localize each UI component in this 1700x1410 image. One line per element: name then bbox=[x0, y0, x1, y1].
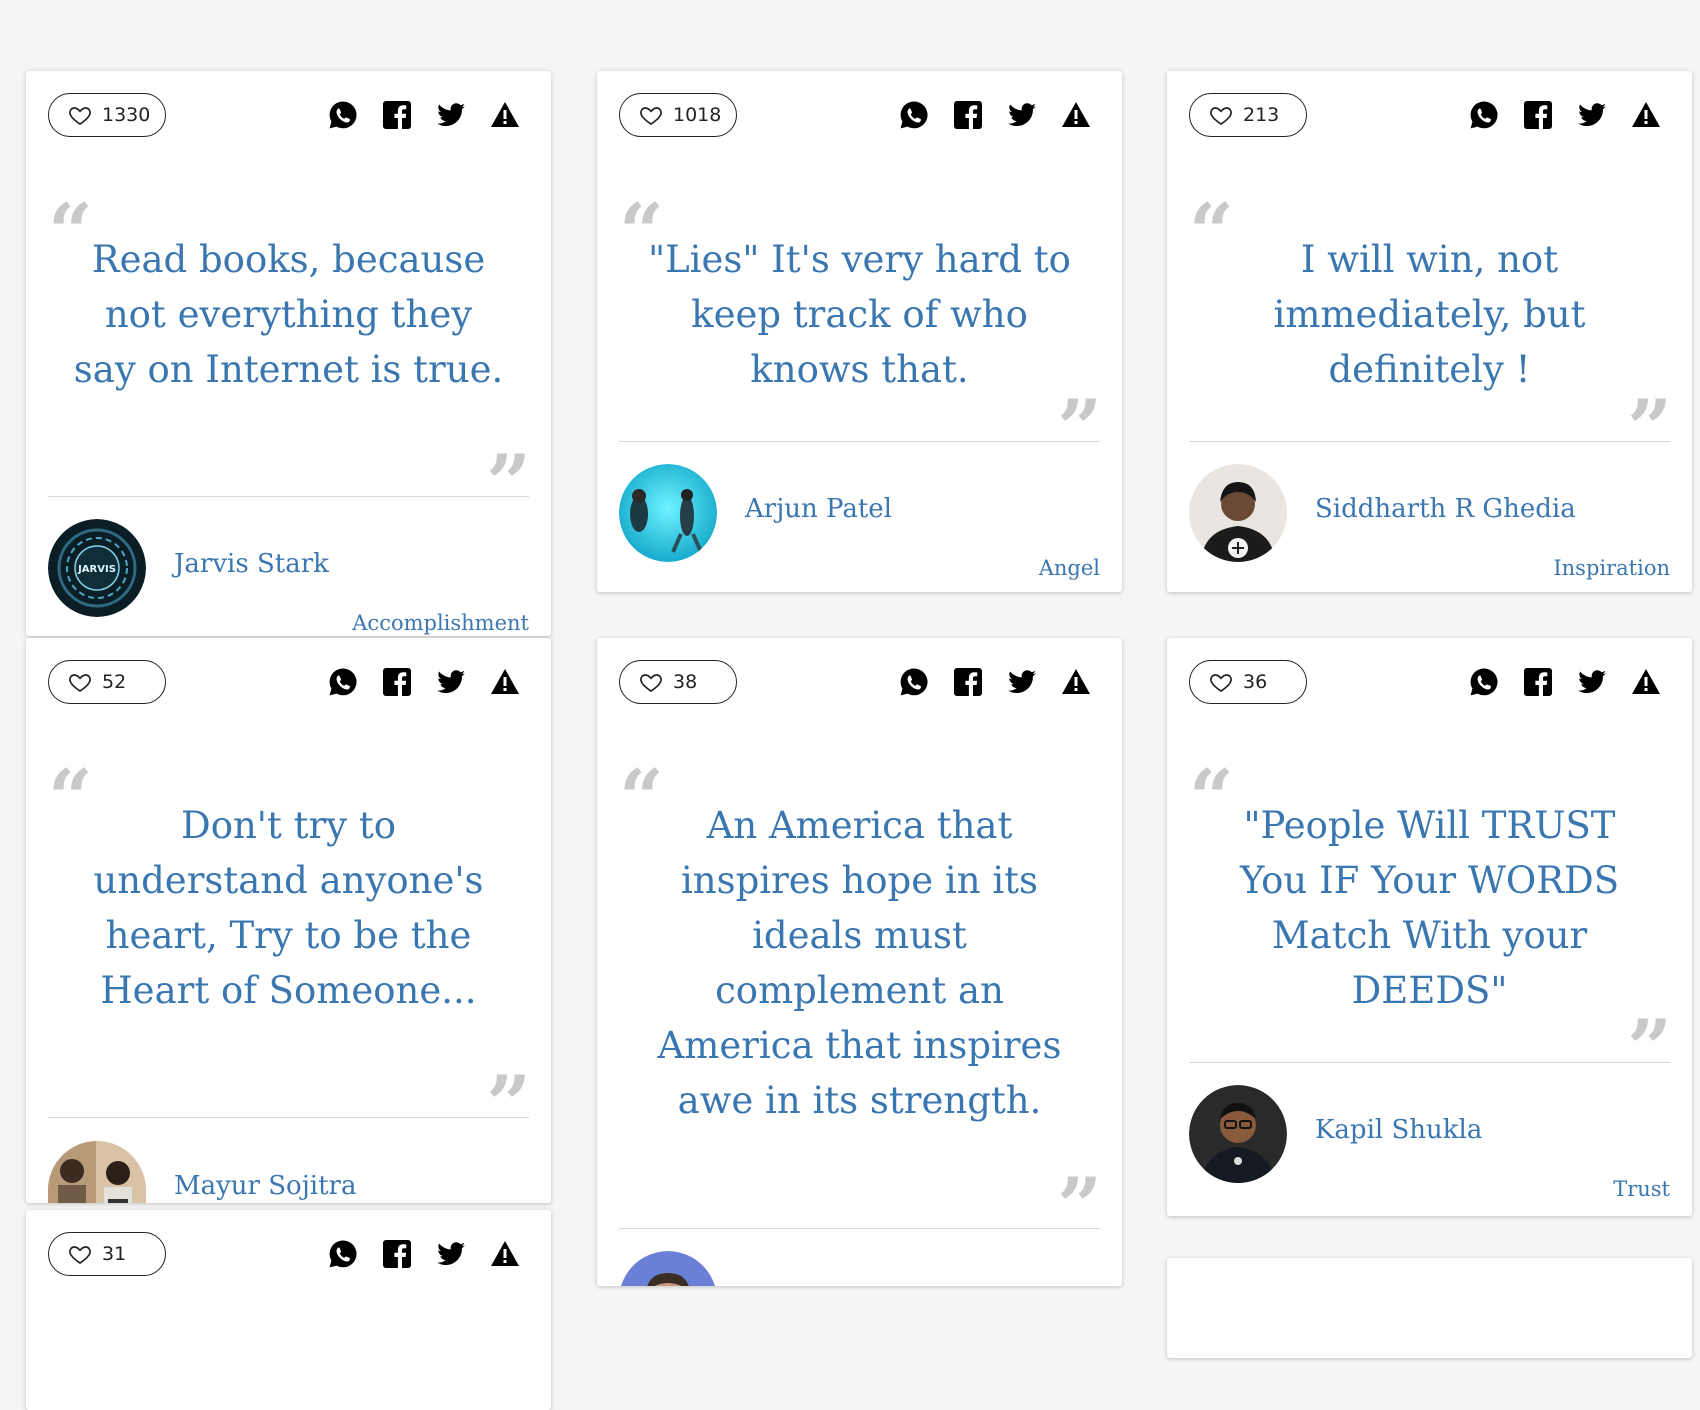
like-button[interactable]: 36 bbox=[1189, 660, 1307, 704]
category-link[interactable]: Accomplishment bbox=[352, 611, 529, 635]
avatar-label: JARVIS bbox=[77, 564, 116, 575]
twitter-icon[interactable] bbox=[435, 1238, 467, 1270]
close-quote-icon: ” bbox=[486, 1059, 531, 1150]
like-button[interactable]: 38 bbox=[619, 660, 737, 704]
avatar[interactable] bbox=[619, 464, 717, 562]
quote-card bbox=[1167, 1258, 1692, 1358]
quote-text: "People Will TRUST You IF Your WORDS Mat… bbox=[1239, 804, 1620, 1012]
heart-outline-icon bbox=[1208, 670, 1234, 694]
like-count: 1330 bbox=[102, 104, 151, 126]
divider bbox=[619, 1228, 1100, 1229]
divider bbox=[48, 1117, 529, 1118]
heart-outline-icon bbox=[67, 1242, 93, 1266]
share-bar bbox=[327, 99, 521, 131]
twitter-icon[interactable] bbox=[1006, 99, 1038, 131]
quote-text: Read books, because not everything they … bbox=[73, 238, 504, 391]
avatar[interactable] bbox=[48, 1141, 146, 1203]
like-button[interactable]: 1330 bbox=[48, 93, 166, 137]
facebook-icon[interactable] bbox=[381, 666, 413, 698]
quote-card: 36 “ "People Will TRUST You IF Your WORD… bbox=[1167, 638, 1692, 1216]
report-icon[interactable] bbox=[489, 666, 521, 698]
twitter-icon[interactable] bbox=[435, 666, 467, 698]
facebook-icon[interactable] bbox=[952, 666, 984, 698]
share-bar bbox=[898, 99, 1092, 131]
heart-outline-icon bbox=[67, 670, 93, 694]
heart-outline-icon bbox=[1208, 103, 1234, 127]
share-bar bbox=[1468, 99, 1662, 131]
facebook-icon[interactable] bbox=[1522, 666, 1554, 698]
report-icon[interactable] bbox=[1630, 99, 1662, 131]
like-count: 213 bbox=[1243, 104, 1280, 126]
author-name[interactable]: Siddharth R Ghedia bbox=[1315, 494, 1576, 524]
facebook-icon[interactable] bbox=[381, 1238, 413, 1270]
like-button[interactable]: 213 bbox=[1189, 93, 1307, 137]
like-count: 31 bbox=[102, 1243, 127, 1265]
whatsapp-icon[interactable] bbox=[1468, 666, 1500, 698]
heart-outline-icon bbox=[638, 670, 664, 694]
avatar[interactable] bbox=[1189, 1085, 1287, 1183]
heart-outline-icon bbox=[67, 103, 93, 127]
whatsapp-icon[interactable] bbox=[327, 666, 359, 698]
quote-text: "Lies" It's very hard to keep track of w… bbox=[648, 238, 1071, 391]
report-icon[interactable] bbox=[1060, 99, 1092, 131]
whatsapp-icon[interactable] bbox=[1468, 99, 1500, 131]
close-quote-icon: ” bbox=[1057, 383, 1102, 474]
quote-text: Don't try to understand anyone's heart, … bbox=[93, 804, 484, 1012]
heart-outline-icon bbox=[638, 103, 664, 127]
twitter-icon[interactable] bbox=[435, 99, 467, 131]
whatsapp-icon[interactable] bbox=[898, 666, 930, 698]
like-count: 38 bbox=[673, 671, 698, 693]
share-bar bbox=[327, 666, 521, 698]
report-icon[interactable] bbox=[489, 1238, 521, 1270]
quote-card: 52 “ Don't try to understand anyone's he… bbox=[26, 638, 551, 1203]
close-quote-icon: ” bbox=[1057, 1161, 1102, 1252]
close-quote-icon: ” bbox=[486, 438, 531, 529]
close-quote-icon: ” bbox=[1627, 1003, 1672, 1094]
report-icon[interactable] bbox=[489, 99, 521, 131]
report-icon[interactable] bbox=[1630, 666, 1662, 698]
twitter-icon[interactable] bbox=[1576, 666, 1608, 698]
share-bar bbox=[1468, 666, 1662, 698]
facebook-icon[interactable] bbox=[952, 99, 984, 131]
like-button[interactable]: 52 bbox=[48, 660, 166, 704]
quote-card: 38 “ An America that inspires hope in it… bbox=[597, 638, 1122, 1286]
share-bar bbox=[898, 666, 1092, 698]
avatar[interactable] bbox=[619, 1251, 717, 1286]
like-button[interactable]: 1018 bbox=[619, 93, 737, 137]
category-link[interactable]: Inspiration bbox=[1553, 556, 1670, 580]
divider bbox=[619, 441, 1100, 442]
quote-text: I will win, not immediately, but definit… bbox=[1273, 238, 1586, 391]
avatar[interactable] bbox=[1189, 464, 1287, 562]
like-button[interactable]: 31 bbox=[48, 1232, 166, 1276]
twitter-icon[interactable] bbox=[1576, 99, 1608, 131]
quote-card: 31 bbox=[26, 1210, 551, 1410]
quote-card: 1018 “ "Lies" It's very hard to keep tra… bbox=[597, 71, 1122, 592]
author-name[interactable]: Arjun Patel bbox=[745, 494, 892, 524]
report-icon[interactable] bbox=[1060, 666, 1092, 698]
like-count: 36 bbox=[1243, 671, 1268, 693]
author-name[interactable]: Jarvis Stark bbox=[174, 549, 329, 579]
quote-card: 213 “ I will win, not immediately, but d… bbox=[1167, 71, 1692, 592]
whatsapp-icon[interactable] bbox=[327, 99, 359, 131]
quote-card: 1330 “ Read books, because not everythin… bbox=[26, 71, 551, 636]
author-name[interactable]: Kapil Shukla bbox=[1315, 1115, 1482, 1145]
author-name[interactable]: Mayur Sojitra bbox=[174, 1171, 356, 1201]
divider bbox=[1189, 1062, 1670, 1063]
like-count: 52 bbox=[102, 671, 127, 693]
whatsapp-icon[interactable] bbox=[327, 1238, 359, 1270]
twitter-icon[interactable] bbox=[1006, 666, 1038, 698]
close-quote-icon: ” bbox=[1627, 383, 1672, 474]
share-bar bbox=[327, 1238, 521, 1270]
divider bbox=[48, 496, 529, 497]
avatar[interactable]: JARVIS bbox=[48, 519, 146, 617]
category-link[interactable]: Trust bbox=[1613, 1177, 1670, 1201]
whatsapp-icon[interactable] bbox=[898, 99, 930, 131]
facebook-icon[interactable] bbox=[381, 99, 413, 131]
divider bbox=[1189, 441, 1670, 442]
facebook-icon[interactable] bbox=[1522, 99, 1554, 131]
category-link[interactable]: Angel bbox=[1039, 556, 1100, 580]
like-count: 1018 bbox=[673, 104, 722, 126]
quote-text: An America that inspires hope in its ide… bbox=[657, 804, 1062, 1122]
